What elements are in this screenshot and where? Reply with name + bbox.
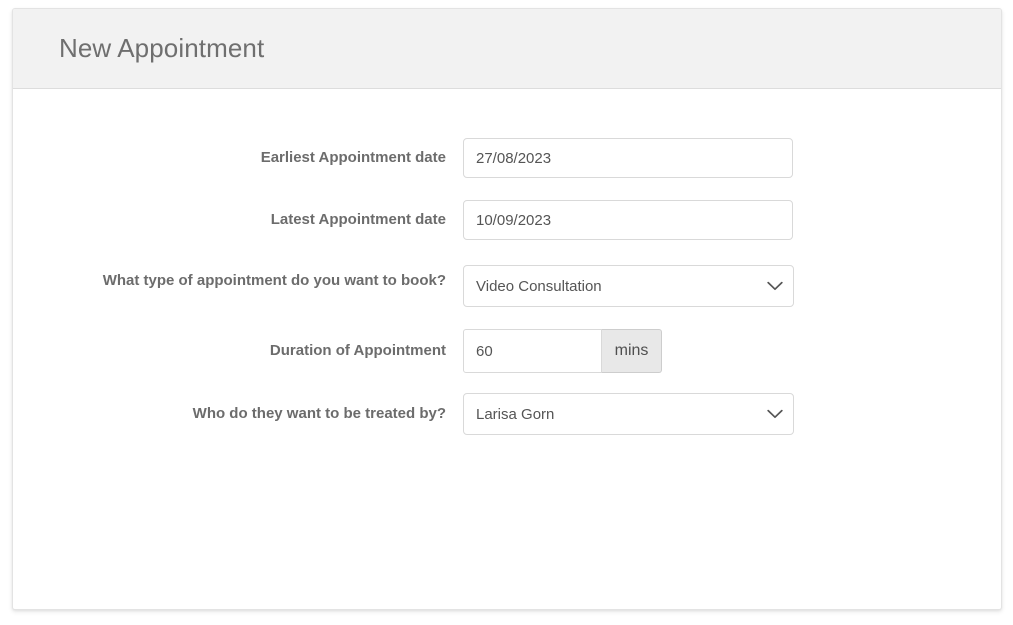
label-treated-by: Who do they want to be treated by? [13, 393, 463, 424]
form-row-appointment-type: What type of appointment do you want to … [13, 265, 1001, 307]
label-earliest-appointment-date: Earliest Appointment date [13, 138, 463, 168]
earliest-appointment-date-input[interactable] [463, 138, 793, 178]
duration-unit-addon: mins [602, 329, 662, 373]
control-area-earliest-date [463, 138, 1001, 178]
appointment-type-select[interactable]: Video Consultation [463, 265, 794, 307]
latest-appointment-date-input[interactable] [463, 200, 793, 240]
form-row-duration: Duration of Appointment mins [13, 329, 1001, 373]
control-area-duration: mins [463, 329, 1001, 373]
treated-by-select-wrap: Larisa Gorn [463, 393, 794, 435]
card-header: New Appointment [13, 9, 1001, 89]
new-appointment-card: New Appointment Earliest Appointment dat… [12, 8, 1002, 610]
control-area-appointment-type: Video Consultation [463, 265, 1001, 307]
form-row-treated-by: Who do they want to be treated by? Laris… [13, 393, 1001, 435]
control-area-latest-date [463, 200, 1001, 240]
duration-input-group: mins [463, 329, 662, 373]
page-root: New Appointment Earliest Appointment dat… [0, 0, 1013, 625]
appointment-type-select-wrap: Video Consultation [463, 265, 794, 307]
label-appointment-type: What type of appointment do you want to … [13, 265, 463, 291]
control-area-treated-by: Larisa Gorn [463, 393, 1001, 435]
form-row-latest-date: Latest Appointment date [13, 200, 1001, 240]
page-title: New Appointment [59, 33, 264, 64]
duration-input[interactable] [463, 329, 602, 373]
form-row-earliest-date: Earliest Appointment date [13, 138, 1001, 178]
treated-by-select[interactable]: Larisa Gorn [463, 393, 794, 435]
card-body: Earliest Appointment date Latest Appoint… [13, 89, 1001, 435]
label-duration-of-appointment: Duration of Appointment [13, 329, 463, 361]
label-latest-appointment-date: Latest Appointment date [13, 200, 463, 230]
